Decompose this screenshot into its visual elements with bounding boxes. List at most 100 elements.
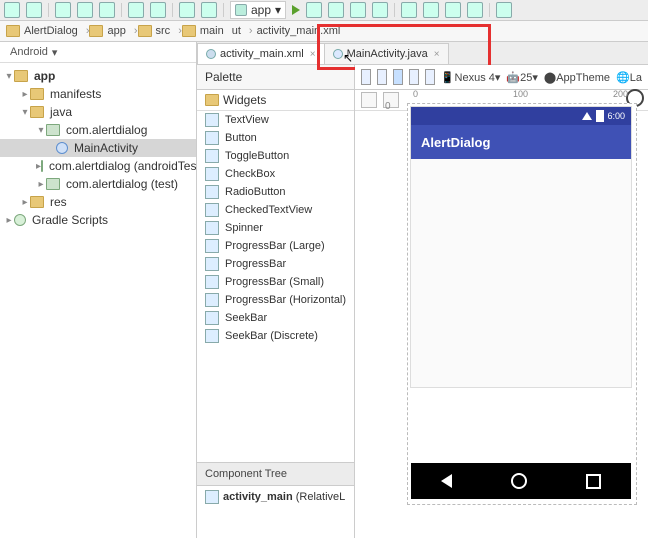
undo-icon[interactable]	[128, 2, 144, 18]
expand-toggle[interactable]: ▸	[20, 197, 30, 208]
tree-node-app[interactable]: ▾ app	[0, 67, 196, 85]
run-config-label: app	[251, 3, 271, 17]
project-structure-icon[interactable]	[445, 2, 461, 18]
redo-icon[interactable]	[150, 2, 166, 18]
tree-node-mainactivity[interactable]: MainActivity	[0, 139, 196, 157]
widget-label: ProgressBar (Small)	[225, 276, 324, 288]
expand-toggle[interactable]: ▾	[36, 125, 46, 136]
attach-icon[interactable]	[350, 2, 366, 18]
widget-spinner[interactable]: Spinner	[197, 219, 354, 237]
debug-icon[interactable]	[306, 2, 322, 18]
component-root[interactable]: activity_main (RelativeL	[205, 490, 346, 504]
tab-activity-main-xml[interactable]: activity_main.xml ×	[197, 43, 325, 64]
select-tool-icon[interactable]	[361, 69, 371, 85]
crumb-cut[interactable]: ut	[232, 25, 241, 37]
tree-node-package-androidtest[interactable]: ▸com.alertdialog (androidTest)	[0, 157, 196, 175]
orientation-icon[interactable]	[425, 69, 435, 85]
run-button[interactable]	[292, 5, 300, 15]
design-view-icon[interactable]	[393, 69, 403, 85]
close-icon[interactable]: ×	[310, 49, 316, 60]
widget-label: CheckBox	[225, 168, 275, 180]
blueprint-view-icon[interactable]	[409, 69, 419, 85]
main-toolbar: app ▾	[0, 0, 648, 21]
sync-icon[interactable]	[467, 2, 483, 18]
spinner-icon	[205, 221, 219, 235]
api-selector[interactable]: 🤖25▾	[506, 71, 537, 84]
sdk-icon[interactable]	[423, 2, 439, 18]
run-config-selector[interactable]: app ▾	[230, 1, 286, 19]
preview-nav-bar	[411, 463, 631, 499]
palette-section-widgets[interactable]: Widgets	[197, 90, 354, 111]
preview-status-bar: 6:00	[411, 107, 631, 125]
crumb-file[interactable]: activity_main.xml	[253, 25, 341, 37]
widget-togglebutton[interactable]: ToggleButton	[197, 147, 354, 165]
tree-label: Gradle Scripts	[32, 213, 108, 227]
expand-toggle[interactable]: ▾	[4, 71, 14, 82]
xml-file-icon	[206, 49, 216, 59]
device-preview[interactable]: 6:00 AlertDialog	[411, 107, 631, 387]
stop-icon[interactable]	[372, 2, 388, 18]
open-icon[interactable]	[4, 2, 20, 18]
widget-button[interactable]: Button	[197, 129, 354, 147]
tab-label: activity_main.xml	[220, 48, 304, 60]
widget-seekbar[interactable]: SeekBar	[197, 309, 354, 327]
tree-label: MainActivity	[74, 141, 138, 155]
tree-label: app	[34, 69, 55, 83]
tree-node-manifests[interactable]: ▸manifests	[0, 85, 196, 103]
tree-node-package[interactable]: ▾com.alertdialog	[0, 121, 196, 139]
widget-radiobutton[interactable]: RadioButton	[197, 183, 354, 201]
separator	[489, 3, 490, 17]
theme-selector[interactable]: ⬤AppTheme	[544, 71, 610, 84]
crumb-project[interactable]: AlertDialog	[6, 25, 78, 37]
palette-title: Palette	[205, 70, 242, 84]
project-view-selector[interactable]: Android ▾	[0, 42, 196, 63]
pan-tool-icon[interactable]	[377, 69, 387, 85]
save-icon[interactable]	[26, 2, 42, 18]
component-label: activity_main (RelativeL	[223, 491, 345, 503]
section-label: Widgets	[223, 93, 266, 107]
copy-icon[interactable]	[77, 2, 93, 18]
avd-icon[interactable]	[401, 2, 417, 18]
widget-progressbar-horizontal[interactable]: ProgressBar (Horizontal)	[197, 291, 354, 309]
crumb-main[interactable]: main	[182, 25, 224, 37]
back-icon[interactable]	[179, 2, 195, 18]
java-file-icon	[333, 49, 343, 59]
tree-label: com.alertdialog (test)	[66, 177, 178, 191]
widget-checkbox[interactable]: CheckBox	[197, 165, 354, 183]
tab-mainactivity-java[interactable]: MainActivity.java×	[324, 43, 449, 64]
widget-progressbar-large[interactable]: ProgressBar (Large)	[197, 237, 354, 255]
component-tree-title: Component Tree	[205, 468, 287, 480]
paste-icon[interactable]	[99, 2, 115, 18]
palette-header: Palette	[197, 65, 354, 90]
crumb-label: app	[107, 25, 125, 37]
close-icon[interactable]: ×	[434, 49, 440, 60]
design-toolbar: 📱Nexus 4▾ 🤖25▾ ⬤AppTheme 🌐La	[355, 65, 648, 90]
cut-icon[interactable]	[55, 2, 71, 18]
tree-node-gradle[interactable]: ▸ Gradle Scripts	[0, 211, 196, 229]
tree-node-package-test[interactable]: ▸ com.alertdialog (test)	[0, 175, 196, 193]
tree-node-java[interactable]: ▾java	[0, 103, 196, 121]
widget-textview[interactable]: TextView	[197, 111, 354, 129]
ruler-tick: 200	[613, 89, 628, 99]
expand-toggle[interactable]: ▸	[4, 215, 14, 226]
widget-seekbar-discrete[interactable]: SeekBar (Discrete)	[197, 327, 354, 345]
crumb-src[interactable]: src	[138, 25, 171, 37]
profile-icon[interactable]	[328, 2, 344, 18]
widget-progressbar-small[interactable]: ProgressBar (Small)	[197, 273, 354, 291]
forward-icon[interactable]	[201, 2, 217, 18]
device-selector[interactable]: 📱Nexus 4▾	[441, 71, 501, 84]
locale-selector[interactable]: 🌐La	[616, 71, 642, 84]
crumb-app[interactable]: app	[89, 25, 125, 37]
expand-toggle[interactable]: ▸	[36, 179, 46, 190]
folder-icon	[182, 25, 196, 37]
progress-icon	[205, 275, 219, 289]
zoom-out-icon[interactable]	[361, 92, 377, 108]
expand-toggle[interactable]: ▾	[20, 107, 30, 118]
widget-checkedtextview[interactable]: CheckedTextView	[197, 201, 354, 219]
ruler-horizontal: 0 100 200	[407, 89, 648, 103]
help-icon[interactable]	[496, 2, 512, 18]
expand-toggle[interactable]: ▸	[20, 89, 30, 100]
widget-progressbar[interactable]: ProgressBar	[197, 255, 354, 273]
tree-node-res[interactable]: ▸res	[0, 193, 196, 211]
package-icon	[46, 178, 60, 190]
